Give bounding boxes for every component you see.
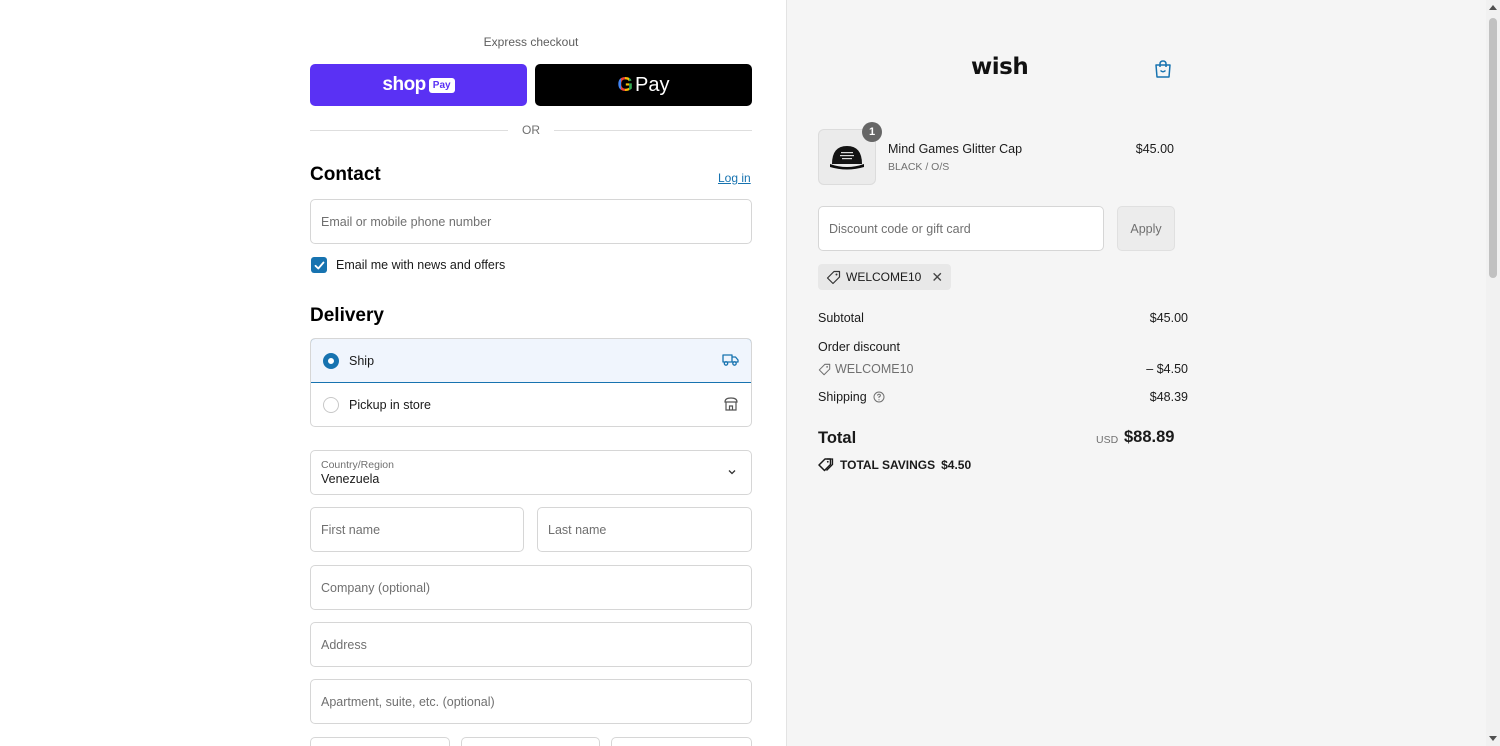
pickup-radio[interactable] [323, 397, 339, 413]
total-savings: TOTAL SAVINGS $4.50 [818, 458, 971, 472]
chevron-down-icon [728, 470, 736, 475]
product-name: Mind Games Glitter Cap [888, 142, 1023, 156]
savings-value: $4.50 [941, 458, 972, 472]
delivery-method-group: Ship Pickup in store [310, 338, 752, 427]
checkmark-icon [314, 261, 324, 269]
first-name-field[interactable] [310, 507, 524, 552]
google-g-icon: G [617, 73, 634, 96]
truck-icon [722, 352, 739, 370]
email-field[interactable] [310, 199, 752, 244]
tag-icon [818, 363, 831, 375]
shop-pay-tag: Pay [428, 77, 455, 93]
address-input[interactable] [321, 637, 741, 652]
google-pay-wordmark: Pay [635, 73, 670, 96]
delivery-option-ship[interactable]: Ship [311, 339, 751, 383]
apply-discount-button[interactable]: Apply [1117, 206, 1175, 251]
store-logo[interactable]: wish [971, 54, 1029, 80]
state-field[interactable] [461, 737, 600, 746]
shop-pay-button[interactable]: shop Pay [310, 64, 527, 106]
ship-radio[interactable] [323, 352, 339, 369]
news-checkbox[interactable] [311, 257, 327, 273]
email-input[interactable] [321, 214, 741, 229]
or-divider: OR [310, 122, 752, 138]
help-icon[interactable] [873, 391, 885, 403]
subtotal-value: $45.00 [1149, 311, 1188, 325]
or-label: OR [522, 123, 540, 137]
company-field[interactable] [310, 565, 752, 610]
google-pay-button[interactable]: G Pay [535, 64, 752, 106]
ship-label: Ship [349, 353, 375, 368]
product-variant: BLACK / O/S [888, 161, 950, 173]
subtotal-label: Subtotal [818, 311, 864, 325]
scroll-up-arrow-icon[interactable] [1489, 5, 1497, 10]
divider-line [310, 129, 508, 131]
last-name-input[interactable] [548, 522, 741, 537]
last-name-field[interactable] [537, 507, 752, 552]
country-label: Country/Region [321, 459, 394, 471]
order-discount-code: WELCOME10 [835, 362, 914, 376]
total-label: Total [818, 429, 857, 447]
quantity-badge: 1 [862, 122, 882, 142]
address-field[interactable] [310, 622, 752, 667]
shipping-label: Shipping [818, 390, 867, 404]
contact-heading: Contact [310, 164, 381, 185]
order-discount-code-row: WELCOME10 [818, 362, 914, 376]
country-select[interactable]: Country/Region Venezuela [310, 450, 752, 495]
savings-tag-icon [818, 458, 834, 472]
savings-label: TOTAL SAVINGS [840, 458, 936, 472]
pickup-label: Pickup in store [349, 398, 431, 412]
first-name-input[interactable] [321, 522, 513, 537]
store-icon [723, 396, 739, 415]
city-field[interactable] [310, 737, 450, 746]
tag-icon [826, 270, 841, 284]
scroll-down-arrow-icon[interactable] [1489, 736, 1497, 741]
remove-discount-icon[interactable]: ✕ [931, 269, 943, 286]
shop-pay-wordmark: shop [382, 74, 426, 95]
total-currency: USD [1096, 434, 1119, 446]
express-checkout-label: Express checkout [483, 35, 579, 49]
checkout-form-panel: Express checkout shop Pay G Pay OR Conta… [0, 0, 786, 746]
discount-code-input[interactable] [829, 221, 1093, 236]
order-discount-label: Order discount [818, 340, 900, 354]
page-scrollbar[interactable] [1486, 0, 1500, 746]
country-value: Venezuela [321, 472, 380, 486]
news-opt-in[interactable]: Email me with news and offers [311, 257, 505, 273]
cap-image [830, 146, 864, 170]
company-input[interactable] [321, 580, 741, 595]
delivery-option-pickup[interactable]: Pickup in store [311, 383, 751, 426]
shipping-value: $48.39 [1149, 390, 1188, 404]
applied-discount-code: WELCOME10 [846, 270, 922, 284]
login-link[interactable]: Log in [718, 171, 751, 185]
total-value: $88.89 [1124, 428, 1175, 446]
delivery-heading: Delivery [310, 305, 384, 326]
shipping-row-label: Shipping [818, 390, 885, 404]
apartment-field[interactable] [310, 679, 752, 724]
scrollbar-thumb[interactable] [1489, 18, 1497, 278]
postal-code-field[interactable] [611, 737, 752, 746]
applied-discount-tag: WELCOME10 ✕ [818, 264, 952, 290]
discount-code-field[interactable] [818, 206, 1104, 251]
divider-line [554, 129, 752, 131]
apartment-input[interactable] [321, 694, 741, 709]
shopping-bag-icon[interactable] [1154, 59, 1172, 82]
news-checkbox-label: Email me with news and offers [336, 258, 506, 272]
order-discount-value: – $4.50 [1146, 362, 1188, 376]
product-price: $45.00 [1135, 142, 1174, 156]
